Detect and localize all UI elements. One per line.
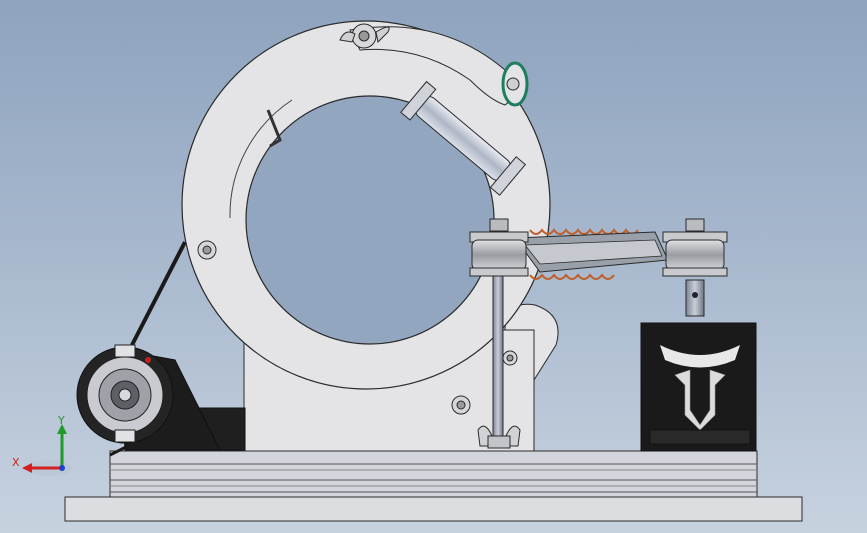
base-plate[interactable]	[64, 496, 803, 522]
cad-graphics-viewport[interactable]: X Y	[0, 0, 867, 533]
right-pulley[interactable]	[662, 218, 728, 277]
motor-mount-bracket[interactable]	[640, 322, 757, 452]
ring-bolt-left[interactable]	[197, 240, 217, 260]
cad-model-scene[interactable]: X Y	[0, 0, 867, 533]
dc-motor[interactable]	[76, 344, 246, 451]
z-axis-dot	[59, 465, 65, 471]
drive-belt	[130, 241, 187, 346]
coordinate-triad: X Y	[12, 414, 72, 476]
y-axis-label: Y	[57, 414, 65, 427]
x-axis-label: X	[12, 456, 20, 469]
vertical-rod[interactable]	[492, 269, 504, 441]
arm-bolt[interactable]	[506, 77, 520, 91]
aluminum-rail[interactable]	[109, 450, 758, 498]
ring-bolt-bottom[interactable]	[451, 395, 471, 415]
ring-bolt-right[interactable]	[502, 350, 518, 366]
